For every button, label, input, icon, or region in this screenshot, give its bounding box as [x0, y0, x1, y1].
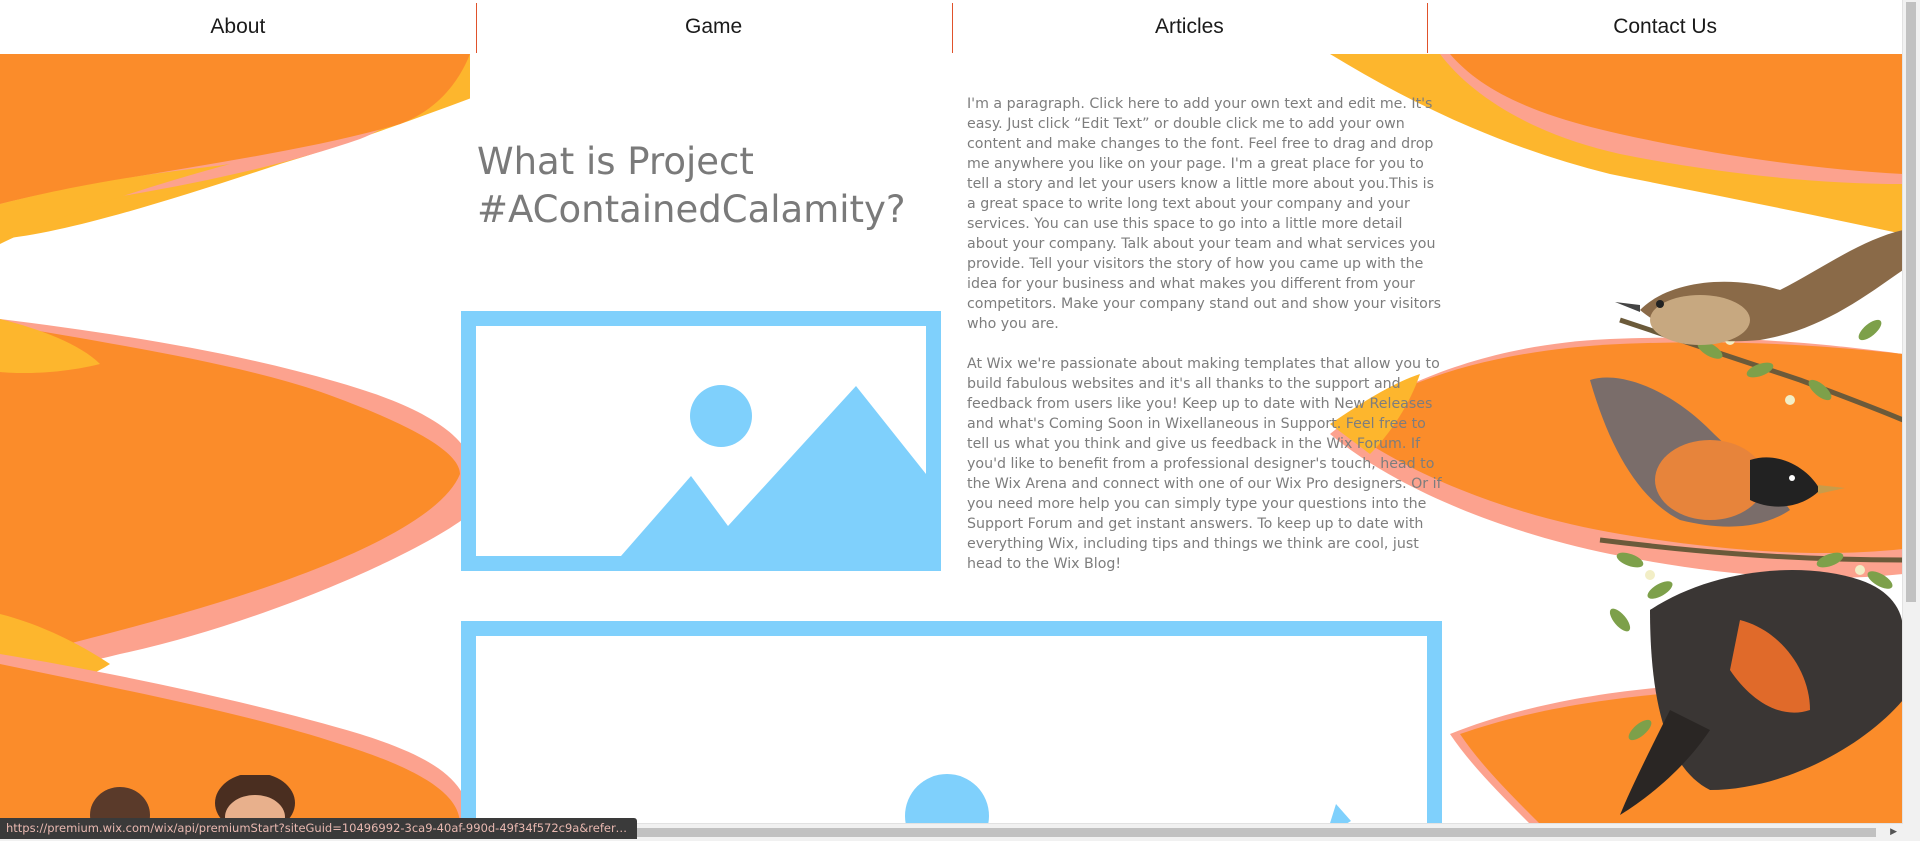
image-placeholder-icon	[905, 774, 1351, 836]
page-title: What is Project #AContainedCalamity?	[477, 140, 906, 231]
left-decorative-waves	[0, 54, 470, 824]
link-status-url: https://premium.wix.com/wix/api/premiumS…	[0, 818, 637, 839]
vertical-scrollbar[interactable]	[1902, 0, 1920, 841]
vertical-scroll-thumb[interactable]	[1906, 2, 1916, 602]
arrow-right-icon[interactable]: ▶	[1890, 827, 1897, 837]
image-placeholder-small[interactable]	[461, 311, 941, 571]
nav-item-contact-us[interactable]: Contact Us	[1427, 0, 1903, 54]
intro-paragraph: I'm a paragraph. Click here to add your …	[967, 96, 1442, 332]
nav-item-about[interactable]: About	[0, 0, 476, 54]
wix-paragraph: At Wix we're passionate about making tem…	[967, 356, 1442, 572]
birds-illustration	[1590, 230, 1903, 815]
top-navigation: About Game Articles Contact Us	[0, 0, 1903, 54]
nav-item-game[interactable]: Game	[475, 0, 952, 54]
image-placeholder-large[interactable]	[461, 621, 1442, 836]
image-placeholder-icon	[621, 385, 926, 556]
nav-item-articles[interactable]: Articles	[951, 0, 1428, 54]
